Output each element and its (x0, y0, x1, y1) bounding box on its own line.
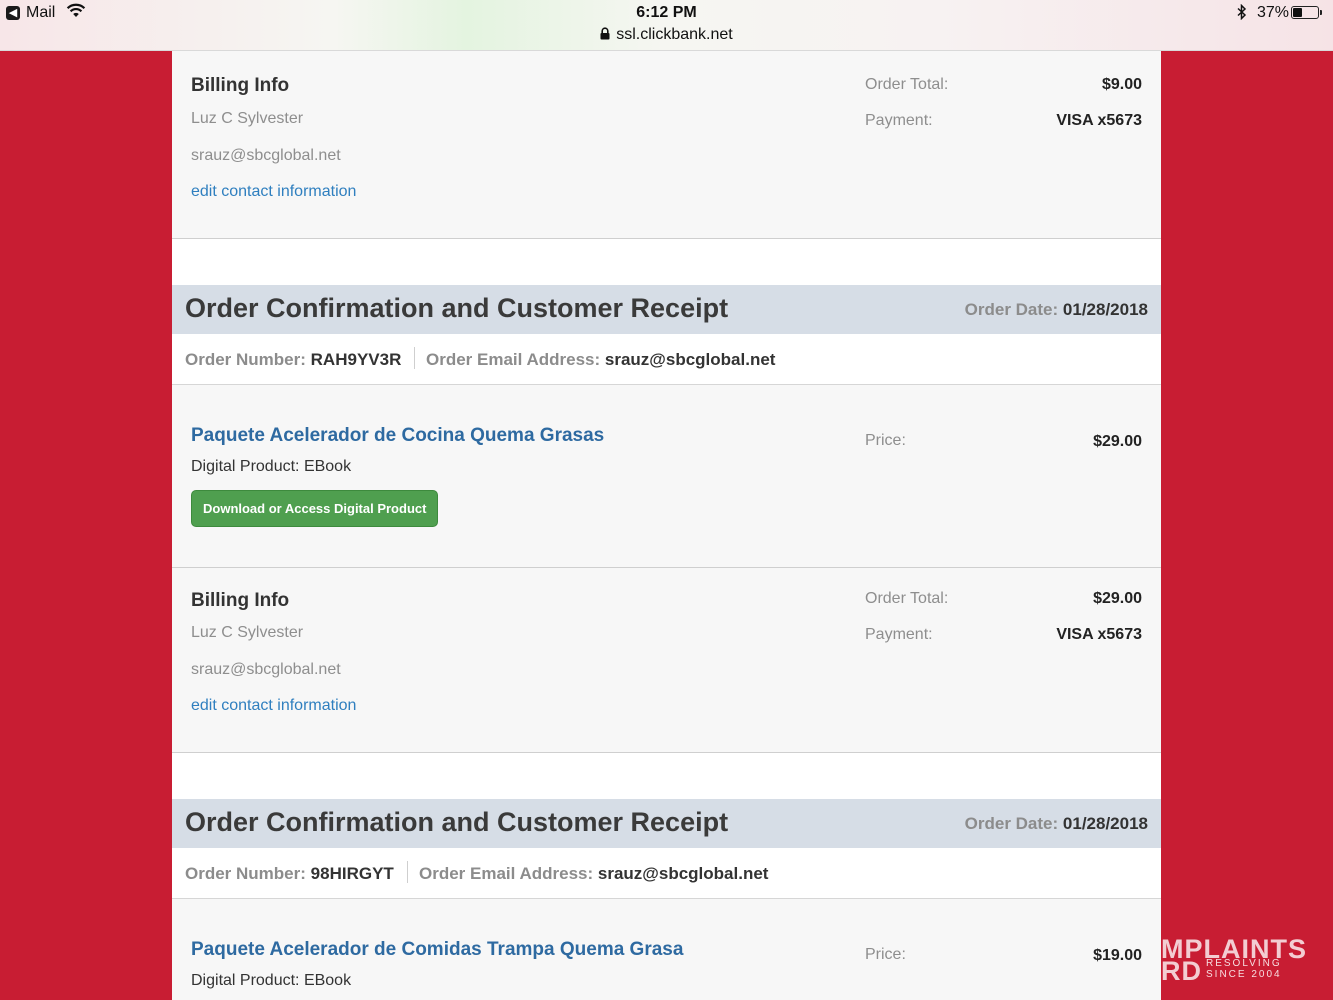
billing-email: srauz@sbcglobal.net (191, 661, 341, 678)
payment-value: VISA x5673 (1056, 626, 1142, 643)
price-value: $19.00 (1093, 947, 1142, 964)
clock: 6:12 PM (636, 4, 697, 21)
order-date-label: Order Date: (964, 814, 1059, 833)
billing-name: Luz C Sylvester (191, 110, 304, 127)
watermark-tagline: RESOLVING SINCE 2004 (1206, 958, 1282, 980)
billing-name: Luz C Sylvester (191, 624, 304, 641)
watermark-line2: RD (1161, 956, 1202, 984)
order-email: Order Email Address: srauz@sbcglobal.net (419, 864, 768, 884)
order-email: Order Email Address: srauz@sbcglobal.net (426, 350, 775, 370)
order-total-value: $29.00 (1093, 590, 1142, 607)
price-label: Price: (865, 946, 906, 963)
payment-label: Payment: (865, 626, 933, 643)
url-text: ssl.clickbank.net (616, 26, 733, 43)
receipt-header: Order Confirmation and Customer Receipt … (172, 285, 1161, 334)
order-number-value: 98HIRGYT (310, 864, 394, 883)
receipt-title: Order Confirmation and Customer Receipt (185, 293, 729, 323)
product-type: Digital Product: EBook (191, 972, 352, 989)
order-total-value: $9.00 (1101, 76, 1142, 93)
billing-info-section: Billing Info Luz C Sylvester srauz@sbcgl… (172, 568, 1161, 753)
product-title-link[interactable]: Paquete Acelerador de Comidas Trampa Que… (191, 939, 683, 961)
receipt-page: Billing Info Luz C Sylvester srauz@sbcgl… (172, 51, 1161, 1000)
battery-icon (1291, 6, 1319, 19)
order-date-value: 01/28/2018 (1062, 814, 1148, 833)
edit-contact-link[interactable]: edit contact information (191, 183, 356, 201)
battery-percentage: 37% (1257, 4, 1290, 21)
order-total-label: Order Total: (865, 76, 949, 93)
battery-fill (1293, 8, 1302, 17)
edit-contact-link[interactable]: edit contact information (191, 697, 356, 715)
billing-info-section: Billing Info Luz C Sylvester srauz@sbcgl… (172, 51, 1161, 239)
order-email-label: Order Email Address: (419, 864, 594, 883)
order-number-label: Order Number: (185, 864, 306, 883)
product-section: Paquete Acelerador de Cocina Quema Grasa… (172, 385, 1161, 568)
order-total-label: Order Total: (865, 590, 949, 607)
battery-cap (1320, 10, 1322, 15)
order-email-value: srauz@sbcglobal.net (597, 864, 769, 883)
watermark-logo: MPLAINTS RD RESOLVING SINCE 2004 (1161, 934, 1333, 984)
payment-label: Payment: (865, 112, 933, 129)
order-email-value: srauz@sbcglobal.net (604, 350, 776, 369)
billing-info-title: Billing Info (191, 590, 290, 611)
payment-value: VISA x5673 (1056, 112, 1142, 129)
order-info-row: Order Number: RAH9YV3R Order Email Addre… (172, 334, 1161, 385)
order-row-divider (407, 861, 408, 883)
watermark-sub2: SINCE 2004 (1206, 969, 1282, 980)
order-date: Order Date: 01/28/2018 (965, 814, 1148, 834)
receipt-title: Order Confirmation and Customer Receipt (185, 807, 729, 837)
order-row-divider (414, 347, 415, 369)
url-bar[interactable]: ssl.clickbank.net (0, 26, 1333, 45)
order-date-value: 01/28/2018 (1062, 300, 1148, 319)
receipt-header: Order Confirmation and Customer Receipt … (172, 799, 1161, 848)
product-type: Digital Product: EBook (191, 458, 352, 475)
billing-info-title: Billing Info (191, 75, 290, 96)
billing-email: srauz@sbcglobal.net (191, 147, 341, 164)
order-number-label: Order Number: (185, 350, 306, 369)
product-section: Paquete Acelerador de Comidas Trampa Que… (172, 899, 1161, 1000)
order-email-label: Order Email Address: (426, 350, 601, 369)
price-label: Price: (865, 432, 906, 449)
status-bar: ◀ Mail 6:12 PM ssl.clickbank.net 37% (0, 0, 1333, 51)
lock-icon (600, 27, 610, 45)
download-product-button[interactable]: Download or Access Digital Product (191, 490, 439, 527)
price-value: $29.00 (1093, 433, 1142, 450)
order-number: Order Number: RAH9YV3R (185, 350, 401, 370)
order-date-label: Order Date: (964, 300, 1059, 319)
product-title-link[interactable]: Paquete Acelerador de Cocina Quema Grasa… (191, 425, 604, 447)
order-number: Order Number: 98HIRGYT (185, 864, 394, 884)
order-number-value: RAH9YV3R (310, 350, 402, 369)
order-info-row: Order Number: 98HIRGYT Order Email Addre… (172, 848, 1161, 899)
order-date: Order Date: 01/28/2018 (965, 300, 1148, 320)
watermark-sub1: RESOLVING (1206, 958, 1282, 969)
bluetooth-icon (1236, 3, 1248, 24)
